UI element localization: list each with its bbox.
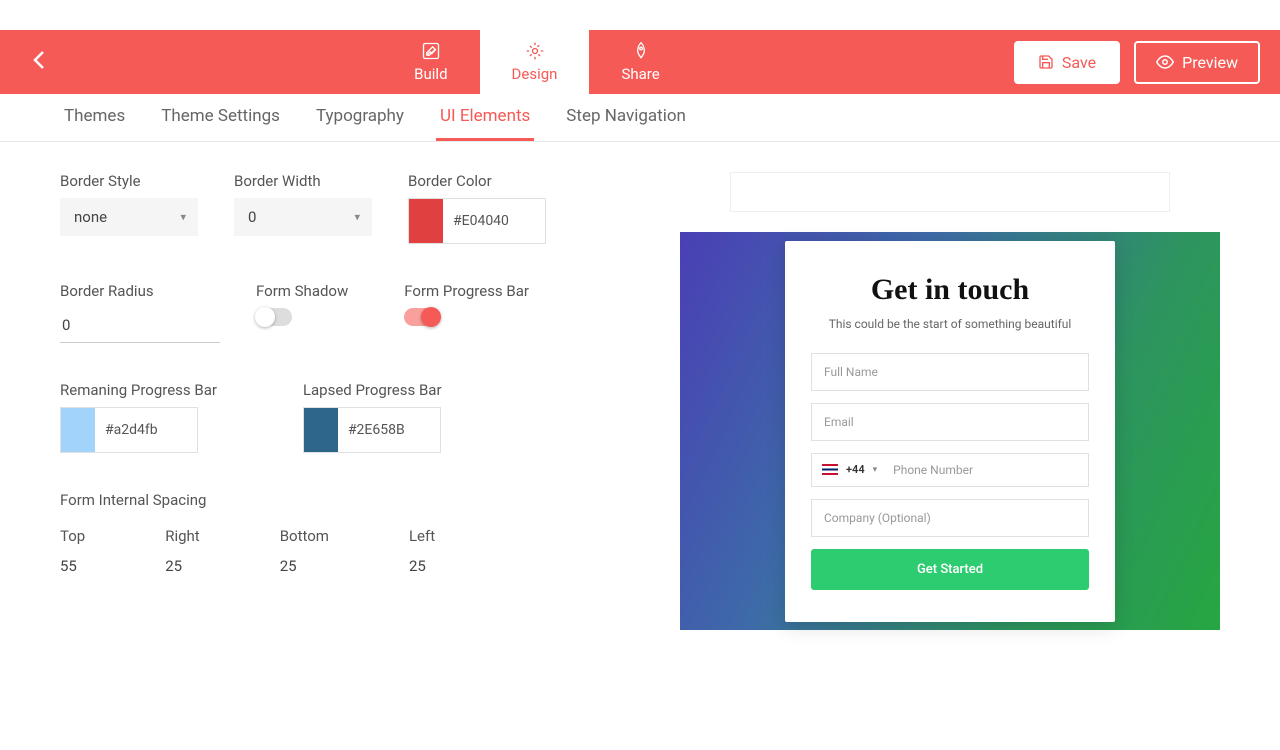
preview-button[interactable]: Preview xyxy=(1134,41,1260,84)
form-shadow-toggle[interactable] xyxy=(256,308,292,326)
spacing-right-value[interactable]: 25 xyxy=(165,557,199,575)
save-icon xyxy=(1038,54,1054,70)
spacing-bottom-label: Bottom xyxy=(280,527,329,545)
preview-fullname-field[interactable]: Full Name xyxy=(811,353,1089,391)
subnav-ui-elements[interactable]: UI Elements xyxy=(436,94,534,141)
border-width-select[interactable]: 0 xyxy=(234,198,372,236)
preview-company-field[interactable]: Company (Optional) xyxy=(811,499,1089,537)
spacing-left-label: Left xyxy=(409,527,435,545)
subnav-theme-settings[interactable]: Theme Settings xyxy=(157,94,284,141)
form-shadow-label: Form Shadow xyxy=(256,282,348,300)
preview-email-field[interactable]: Email xyxy=(811,403,1089,441)
spacing-top-label: Top xyxy=(60,527,85,545)
preview-form: Get in touch This could be the start of … xyxy=(785,241,1115,622)
spacing-left-value[interactable]: 25 xyxy=(409,557,435,575)
lapsed-swatch xyxy=(304,408,338,452)
border-color-label: Border Color xyxy=(408,172,546,190)
save-label: Save xyxy=(1062,53,1096,72)
preview-top-strip xyxy=(730,172,1170,212)
border-width-value: 0 xyxy=(234,198,372,236)
topbar-actions: Save Preview xyxy=(1014,41,1260,84)
tab-design[interactable]: Design xyxy=(480,30,590,94)
subnav: Themes Theme Settings Typography UI Elem… xyxy=(0,94,1280,142)
topbar: Build Design Share Save Preview xyxy=(0,30,1280,94)
border-style-value: none xyxy=(60,198,198,236)
settings-panel: Border Style none Border Width 0 Border … xyxy=(60,172,660,630)
chevron-down-icon: ▾ xyxy=(873,465,878,475)
tab-build[interactable]: Build xyxy=(382,30,479,94)
border-radius-label: Border Radius xyxy=(60,282,220,300)
spacing-section-label: Form Internal Spacing xyxy=(60,491,660,509)
border-color-swatch xyxy=(409,199,443,243)
form-progress-label: Form Progress Bar xyxy=(404,282,529,300)
remaining-progress-label: Remaning Progress Bar xyxy=(60,381,217,399)
spacing-top-value[interactable]: 55 xyxy=(60,557,85,575)
subnav-themes[interactable]: Themes xyxy=(60,94,129,141)
preview-label: Preview xyxy=(1182,53,1238,72)
border-radius-input[interactable] xyxy=(60,308,220,343)
remaining-progress-input[interactable]: #a2d4fb xyxy=(60,407,198,453)
border-width-label: Border Width xyxy=(234,172,372,190)
border-style-select[interactable]: none xyxy=(60,198,198,236)
lapsed-progress-label: Lapsed Progress Bar xyxy=(303,381,442,399)
rocket-icon xyxy=(631,41,651,61)
tab-build-label: Build xyxy=(414,65,447,83)
form-progress-toggle[interactable] xyxy=(404,308,440,326)
uk-flag-icon xyxy=(822,464,838,475)
subnav-typography[interactable]: Typography xyxy=(312,94,408,141)
border-color-value: #E04040 xyxy=(443,199,545,243)
spacing-right-label: Right xyxy=(165,527,199,545)
back-button[interactable] xyxy=(20,38,60,87)
save-button[interactable]: Save xyxy=(1014,41,1120,84)
edit-icon xyxy=(421,41,441,61)
border-style-label: Border Style xyxy=(60,172,198,190)
preview-subtitle: This could be the start of something bea… xyxy=(811,315,1089,333)
topbar-tabs: Build Design Share xyxy=(60,30,1014,94)
remaining-value: #a2d4fb xyxy=(95,408,197,452)
lapsed-value: #2E658B xyxy=(338,408,440,452)
gear-icon xyxy=(525,41,545,61)
preview-phone-field[interactable]: +44 ▾ Phone Number xyxy=(811,453,1089,487)
tab-design-label: Design xyxy=(512,65,558,83)
tab-share-label: Share xyxy=(621,65,659,83)
subnav-step-navigation[interactable]: Step Navigation xyxy=(562,94,690,141)
preview-phone-placeholder: Phone Number xyxy=(893,463,973,477)
lapsed-progress-input[interactable]: #2E658B xyxy=(303,407,441,453)
preview-pane: Get in touch This could be the start of … xyxy=(680,172,1220,630)
preview-submit-button[interactable]: Get Started xyxy=(811,549,1089,590)
preview-country-code: +44 xyxy=(846,463,865,476)
preview-background: Get in touch This could be the start of … xyxy=(680,232,1220,630)
border-color-input[interactable]: #E04040 xyxy=(408,198,546,244)
spacing-bottom-value[interactable]: 25 xyxy=(280,557,329,575)
remaining-swatch xyxy=(61,408,95,452)
preview-title: Get in touch xyxy=(811,273,1089,307)
tab-share[interactable]: Share xyxy=(589,30,691,94)
eye-icon xyxy=(1156,53,1174,71)
